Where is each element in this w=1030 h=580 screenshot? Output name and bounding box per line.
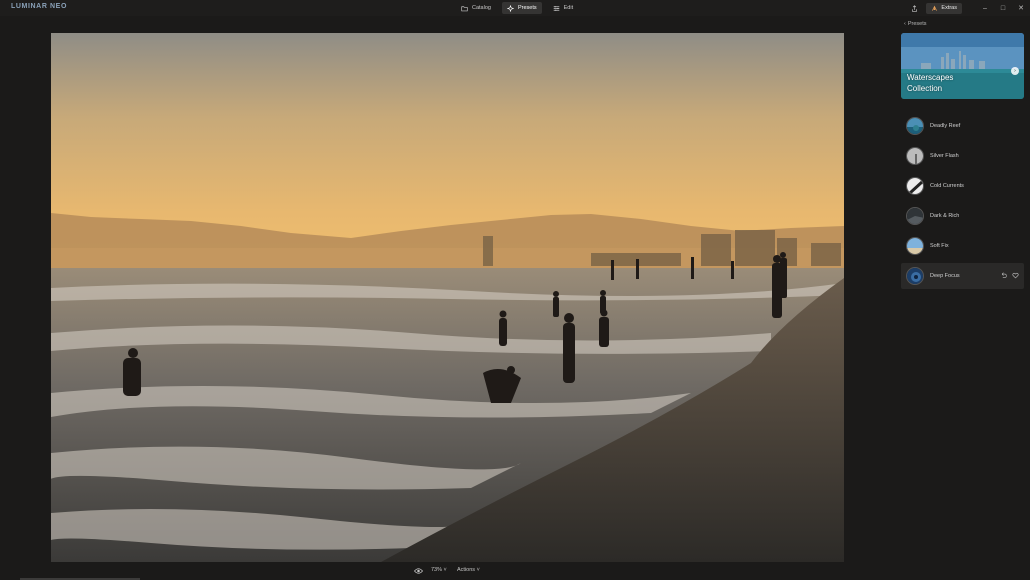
back-to-presets[interactable]: ‹ Presets <box>904 21 927 27</box>
zoom-dropdown[interactable]: 73% ˅ <box>431 567 447 573</box>
preset-thumbnail <box>906 147 924 165</box>
presets-icon <box>506 4 514 12</box>
share-icon <box>911 4 917 12</box>
collection-title: Waterscapes Collection <box>907 72 953 94</box>
window-right-controls: Extras – □ ✕ <box>906 0 1030 16</box>
bottom-bar: 73% ˅ Actions ˅ <box>0 562 1030 580</box>
folder-icon <box>461 5 468 11</box>
eye-icon[interactable] <box>414 567 423 575</box>
preset-name: Dark & Rich <box>930 213 960 219</box>
preset-thumbnail <box>906 177 924 195</box>
extras-icon <box>932 5 938 11</box>
extras-button[interactable]: Extras <box>926 2 962 14</box>
tab-presets-label: Presets <box>517 5 537 11</box>
preset-name: Silver Flash <box>930 153 959 159</box>
beach-sunset-photo <box>51 33 844 562</box>
preset-thumbnail <box>906 117 924 135</box>
chevron-right-icon[interactable]: › <box>1011 67 1019 75</box>
tab-edit[interactable]: Edit <box>548 2 578 14</box>
close-button[interactable]: ✕ <box>1012 0 1030 16</box>
extras-label: Extras <box>941 5 957 11</box>
preset-item-silver-flash[interactable]: Silver Flash <box>901 143 1024 169</box>
preset-list: Deadly Reef Silver Flash Cold Currents D… <box>901 113 1024 293</box>
preset-item-dark-rich[interactable]: Dark & Rich <box>901 203 1024 229</box>
tab-edit-label: Edit <box>563 5 574 11</box>
preset-name: Soft Fix <box>930 243 949 249</box>
actions-dropdown[interactable]: Actions ˅ <box>457 567 480 573</box>
undo-icon[interactable] <box>1000 272 1007 279</box>
collection-card[interactable]: Waterscapes Collection › <box>901 33 1024 99</box>
sliders-icon <box>553 5 559 11</box>
collection-title-line2: Collection <box>907 84 943 93</box>
mode-switcher: Catalog Presets Edit <box>456 2 578 14</box>
back-label: Presets <box>907 21 927 27</box>
preset-thumbnail <box>906 207 924 225</box>
tab-catalog-label: Catalog <box>472 5 491 11</box>
preset-name: Deadly Reef <box>930 123 961 129</box>
minimize-button[interactable]: – <box>976 0 994 16</box>
collection-title-line1: Waterscapes <box>907 73 954 82</box>
heart-icon[interactable] <box>1012 272 1019 279</box>
app-logo: LUMINAR NEO <box>11 3 67 10</box>
preset-item-deep-focus[interactable]: Deep Focus <box>901 263 1024 289</box>
preset-name: Cold Currents <box>930 183 964 189</box>
maximize-button[interactable]: □ <box>994 0 1012 16</box>
presets-panel: ‹ Presets Waterscapes Collection › Deadl… <box>896 16 1030 562</box>
preset-thumbnail <box>906 267 924 285</box>
tab-catalog[interactable]: Catalog <box>456 2 496 14</box>
preset-thumbnail <box>906 237 924 255</box>
top-bar: LUMINAR NEO Catalog Presets Edit Extras … <box>0 0 1030 16</box>
preset-item-deadly-reef[interactable]: Deadly Reef <box>901 113 1024 139</box>
chevron-left-icon: ‹ <box>904 21 906 27</box>
image-canvas[interactable] <box>51 33 844 562</box>
tab-presets[interactable]: Presets <box>501 2 542 14</box>
preset-item-cold-currents[interactable]: Cold Currents <box>901 173 1024 199</box>
share-button[interactable] <box>906 0 922 16</box>
preset-name: Deep Focus <box>930 273 960 279</box>
preset-actions <box>1000 272 1019 279</box>
preset-item-soft-fix[interactable]: Soft Fix <box>901 233 1024 259</box>
